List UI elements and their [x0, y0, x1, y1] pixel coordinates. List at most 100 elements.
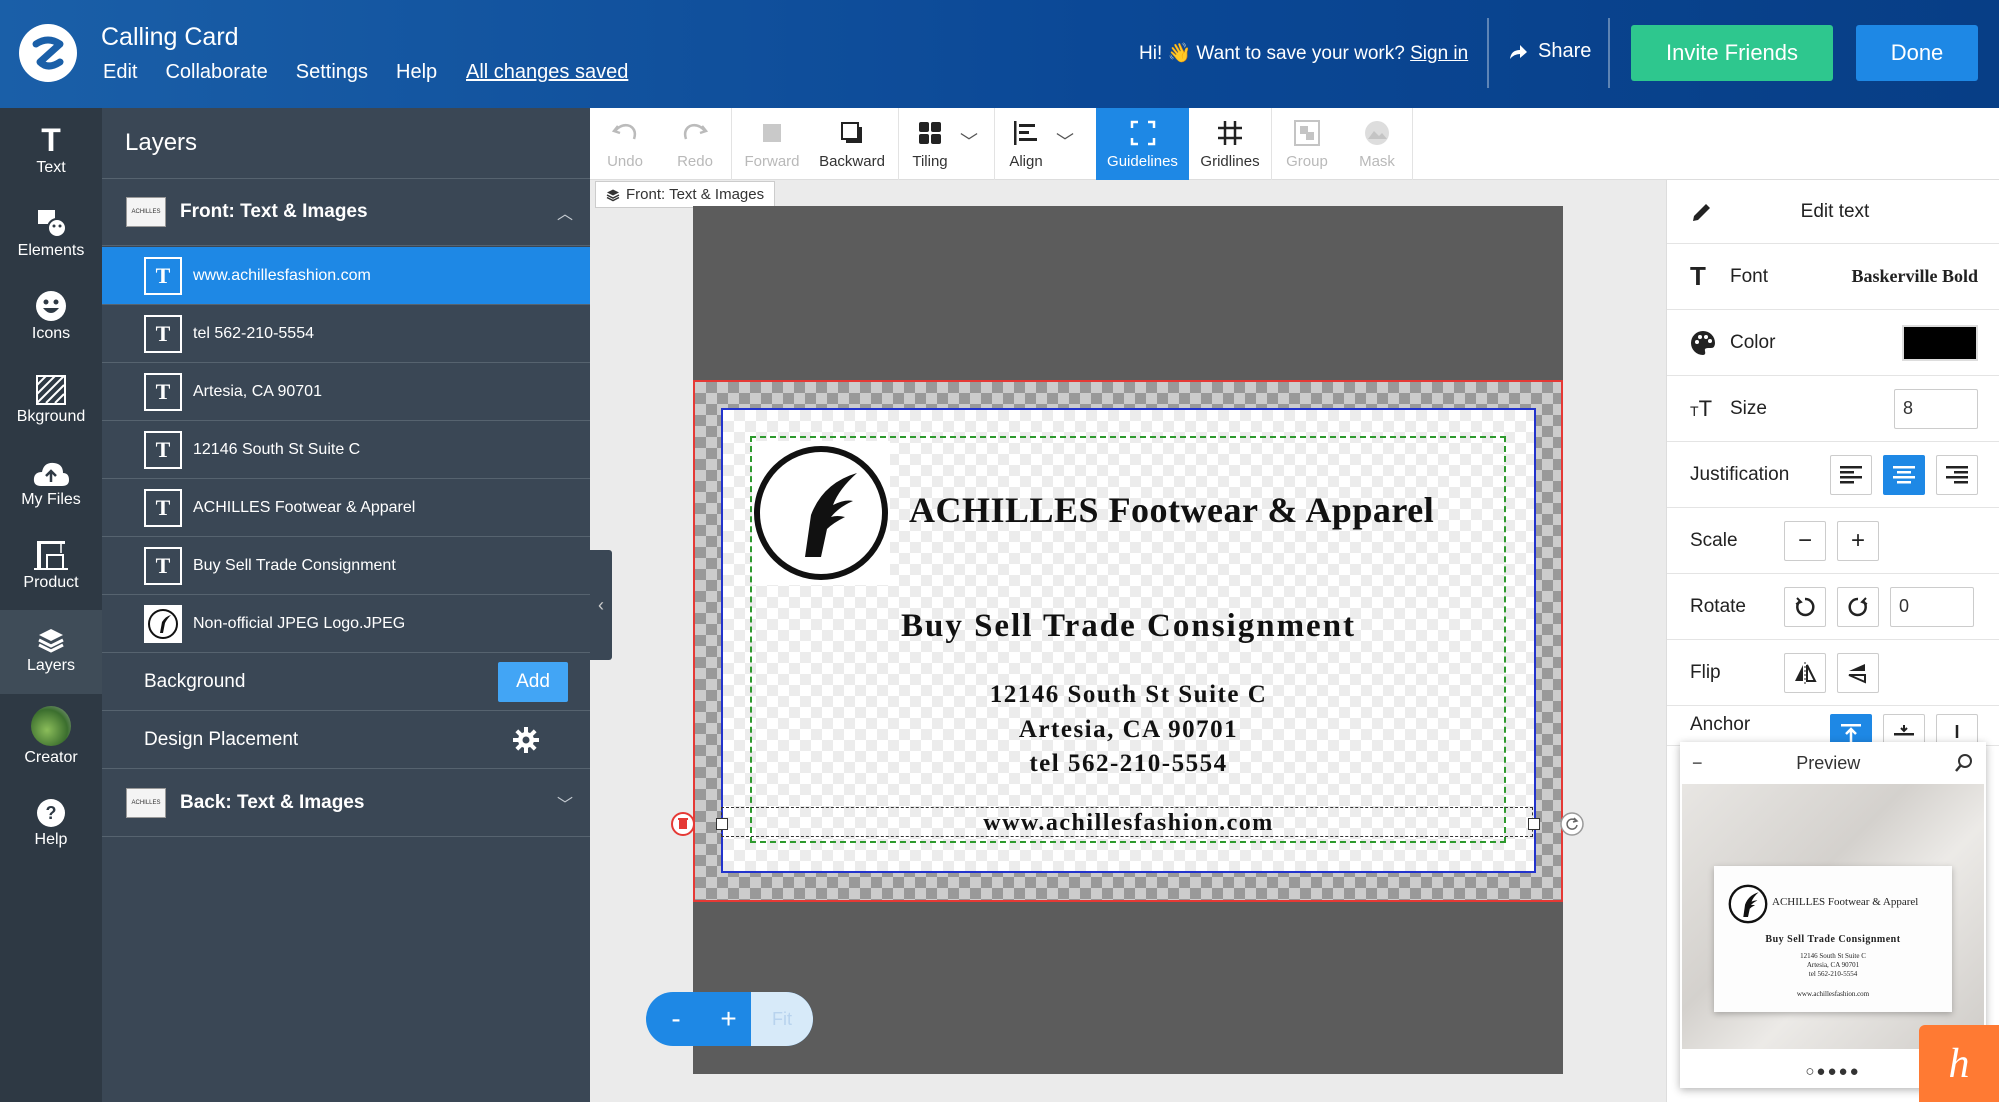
palette-icon — [1691, 330, 1715, 355]
nav-text[interactable]: T Text — [0, 120, 102, 202]
minimize-preview-button[interactable]: − — [1692, 753, 1703, 774]
invite-friends-button[interactable]: Invite Friends — [1631, 25, 1833, 81]
group-button[interactable]: Group — [1272, 108, 1342, 180]
card-title[interactable]: ACHILLES Footwear & Apparel — [909, 489, 1479, 531]
menu-settings[interactable]: Settings — [296, 61, 368, 84]
flip-vertical-button[interactable] — [1837, 652, 1879, 693]
zoom-fit-button[interactable]: Fit — [751, 992, 813, 1046]
layer-item[interactable]: T tel 562-210-5554 — [102, 305, 590, 363]
chevron-down-icon[interactable]: ﹀ — [1056, 128, 1074, 154]
sign-in-link[interactable]: Sign in — [1410, 43, 1468, 64]
gridlines-button[interactable]: Gridlines — [1189, 108, 1271, 180]
bring-forward-button[interactable]: Forward — [732, 108, 812, 180]
share-arrow-icon — [1510, 44, 1527, 59]
gear-icon[interactable] — [512, 726, 540, 754]
menu-collaborate[interactable]: Collaborate — [165, 61, 267, 84]
delete-icon[interactable] — [671, 812, 695, 836]
preview-image[interactable]: ACHILLES Footwear & Apparel Buy Sell Tra… — [1682, 784, 1984, 1049]
menu-edit[interactable]: Edit — [103, 61, 137, 84]
layer-item[interactable]: Non-official JPEG Logo.JPEG — [102, 595, 590, 653]
add-background-button[interactable]: Add — [498, 661, 568, 702]
back-section-header[interactable]: ACHILLES Back: Text & Images ﹀ — [102, 769, 590, 837]
layer-item[interactable]: T 12146 South St Suite C — [102, 421, 590, 479]
done-button[interactable]: Done — [1856, 25, 1978, 81]
nav-layers[interactable]: Layers — [0, 610, 102, 694]
scale-up-button[interactable]: + — [1837, 520, 1879, 561]
layer-item[interactable]: T www.achillesfashion.com — [102, 247, 590, 305]
text-layer-icon: T — [144, 430, 182, 469]
front-section-header[interactable]: ACHILLES Front: Text & Images ︿ — [102, 178, 590, 246]
font-row[interactable]: T Font Baskerville Bold — [1667, 244, 1999, 310]
rotate-handle-icon[interactable] — [1560, 812, 1584, 836]
mask-button[interactable]: Mask — [1342, 108, 1412, 180]
nav-elements[interactable]: Elements — [0, 203, 102, 285]
flip-label: Flip — [1690, 661, 1721, 683]
breadcrumb[interactable]: Front: Text & Images — [595, 181, 776, 208]
guidelines-button[interactable]: Guidelines — [1096, 108, 1189, 180]
nav-label: Help — [34, 831, 68, 848]
undo-button[interactable]: Undo — [590, 108, 660, 180]
layers-icon — [606, 189, 620, 201]
edit-text-header: Edit text — [1667, 180, 1999, 244]
search-icon[interactable] — [1954, 753, 1974, 773]
nav-creator[interactable]: Creator — [0, 702, 102, 788]
resize-handle[interactable] — [1528, 818, 1540, 830]
cloud-upload-icon — [33, 462, 69, 486]
nav-help[interactable]: ? Help — [0, 792, 102, 874]
scale-label: Scale — [1690, 529, 1738, 551]
zazzle-logo-icon[interactable] — [19, 24, 77, 82]
resize-handle[interactable] — [716, 818, 728, 830]
rotate-input[interactable]: 0 — [1890, 586, 1974, 627]
redo-button[interactable]: Redo — [660, 108, 730, 180]
card-tagline[interactable]: Buy Sell Trade Consignment — [721, 608, 1536, 645]
scale-down-button[interactable]: − — [1784, 520, 1826, 561]
document-title[interactable]: Calling Card — [101, 23, 239, 52]
align-center-button[interactable] — [1883, 454, 1925, 495]
zoom-out-button[interactable]: - — [646, 992, 706, 1046]
chevron-down-icon[interactable]: ﹀ — [960, 128, 978, 154]
align-right-button[interactable] — [1936, 454, 1978, 495]
preview-title: Preview — [1796, 752, 1861, 773]
nav-product[interactable]: Product — [0, 535, 102, 617]
layer-label: www.achillesfashion.com — [193, 266, 371, 284]
text-layer-icon: T — [144, 546, 182, 585]
align-center-icon — [1893, 465, 1915, 483]
tiling-button[interactable]: Tiling — [900, 108, 960, 180]
nav-label: Product — [23, 574, 79, 591]
card-phone[interactable]: tel 562-210-5554 — [721, 750, 1536, 778]
design-placement-row[interactable]: Design Placement — [102, 711, 590, 769]
thumb-text: ACHILLES — [131, 799, 161, 806]
zoom-in-button[interactable]: + — [706, 992, 751, 1046]
help-chat-button[interactable]: h — [1919, 1025, 1999, 1102]
save-prompt-text: Hi! 👋 Want to save your work? — [1139, 43, 1405, 64]
align-left-button[interactable] — [1830, 454, 1872, 495]
nav-my-files[interactable]: My Files — [0, 452, 102, 534]
share-button[interactable]: Share — [1508, 40, 1591, 63]
divider — [1487, 18, 1489, 88]
nav-label: Bkground — [16, 408, 86, 425]
card-address-line2[interactable]: Artesia, CA 90701 — [721, 716, 1536, 744]
color-swatch[interactable] — [1902, 324, 1978, 361]
menu-help[interactable]: Help — [396, 61, 437, 84]
layer-item[interactable]: T Buy Sell Trade Consignment — [102, 537, 590, 595]
nav-icons[interactable]: Icons — [0, 286, 102, 368]
layer-item[interactable]: T ACHILLES Footwear & Apparel — [102, 479, 590, 537]
nav-background[interactable]: Bkground — [0, 369, 102, 451]
chevron-down-icon[interactable]: ﹀ — [540, 791, 590, 815]
card-address-line1[interactable]: 12146 South St Suite C — [721, 681, 1536, 709]
align-button[interactable]: Align — [996, 108, 1056, 180]
font-value[interactable]: Baskerville Bold — [1851, 266, 1978, 287]
collapse-panel-button[interactable]: ‹ — [590, 550, 612, 660]
nav-label: Creator — [24, 749, 78, 766]
svg-text:?: ? — [46, 803, 57, 823]
layer-item[interactable]: T Artesia, CA 90701 — [102, 363, 590, 421]
card-logo-image[interactable] — [752, 441, 890, 585]
flip-horizontal-button[interactable] — [1784, 652, 1826, 693]
save-status-link[interactable]: All changes saved — [466, 61, 628, 84]
size-input[interactable]: 8 — [1894, 388, 1978, 429]
chevron-up-icon[interactable]: ︿ — [540, 200, 590, 224]
rotate-left-button[interactable] — [1784, 586, 1826, 627]
send-backward-button[interactable]: Backward — [812, 108, 892, 180]
preview-address2: Artesia, CA 90701 — [1806, 961, 1860, 969]
rotate-right-button[interactable] — [1837, 586, 1879, 627]
